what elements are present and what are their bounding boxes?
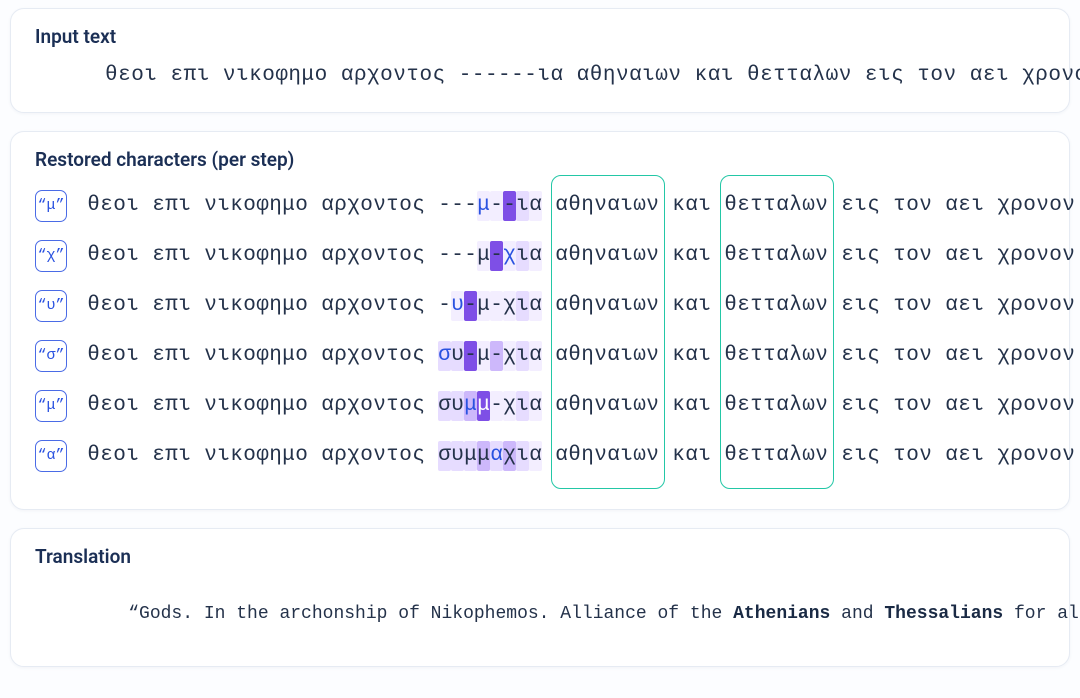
restored-title: Restored characters (per step) <box>35 148 1045 171</box>
step-text: θεοι επι νικοφημο αρχοντος συμμαχια αθην… <box>87 441 1075 471</box>
step-text: θεοι επι νικοφημο αρχοντος ---μ--ια αθην… <box>87 191 1075 221</box>
translation-text: “Gods. In the archonship of Nikophemos. … <box>35 578 1045 644</box>
step-tag: “χ” <box>35 240 67 272</box>
step-tag: “σ” <box>35 340 67 372</box>
step-tag: “μ” <box>35 190 67 222</box>
step-row: “α”θεοι επι νικοφημο αρχοντος συμμαχια α… <box>35 431 1045 481</box>
step-text: θεοι επι νικοφημο αρχοντος -υ-μ-χια αθην… <box>87 291 1075 321</box>
restored-body: “μ”θεοι επι νικοφημο αρχοντος ---μ--ια α… <box>35 181 1045 481</box>
step-row: “μ”θεοι επι νικοφημο αρχοντος ---μ--ια α… <box>35 181 1045 231</box>
step-text: θεοι επι νικοφημο αρχοντος συμμ-χια αθην… <box>87 391 1075 421</box>
step-tag: “υ” <box>35 290 67 322</box>
translation-card: Translation “Gods. In the archonship of … <box>10 528 1070 667</box>
translation-title: Translation <box>35 545 1045 568</box>
step-text: θεοι επι νικοφημο αρχοντος συ-μ-χια αθην… <box>87 341 1075 371</box>
step-row: “υ”θεοι επι νικοφημο αρχοντος -υ-μ-χια α… <box>35 281 1045 331</box>
step-row: “χ”θεοι επι νικοφημο αρχοντος ---μ-χια α… <box>35 231 1045 281</box>
step-row: “σ”θεοι επι νικοφημο αρχοντος συ-μ-χια α… <box>35 331 1045 381</box>
input-text: θεοι επι νικοφημο αρχοντος ------ια αθην… <box>35 58 1045 94</box>
bold-thessalians: Thessalians <box>884 604 1003 624</box>
step-tag: “α” <box>35 440 67 472</box>
bold-athenians: Athenians <box>733 604 830 624</box>
step-row: “μ”θεοι επι νικοφημο αρχοντος συμμ-χια α… <box>35 381 1045 431</box>
input-card: Input text θεοι επι νικοφημο αρχοντος --… <box>10 8 1070 113</box>
restored-card: Restored characters (per step) “μ”θεοι ε… <box>10 131 1070 510</box>
input-title: Input text <box>35 25 1045 48</box>
step-text: θεοι επι νικοφημο αρχοντος ---μ-χια αθην… <box>87 241 1075 271</box>
step-tag: “μ” <box>35 390 67 422</box>
